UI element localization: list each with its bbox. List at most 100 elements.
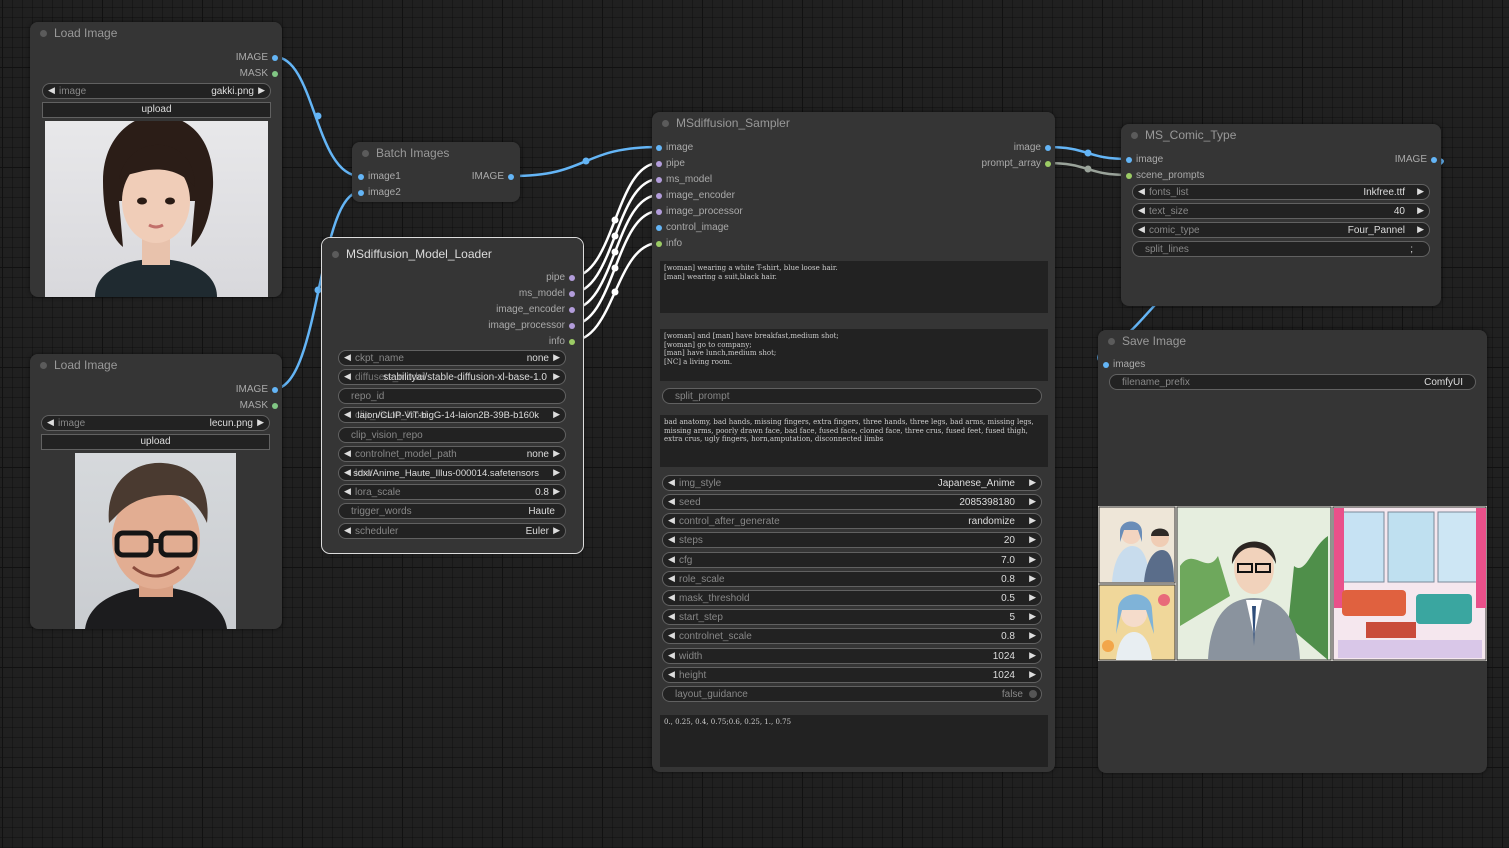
arrow-right-icon[interactable]: ▶ <box>1029 496 1036 507</box>
comic-output-image[interactable] <box>1098 506 1487 661</box>
sampler-node[interactable]: MSdiffusion_Sampler image pipe ms_model … <box>652 112 1055 772</box>
height-input[interactable]: ◀ height 1024 ▶ <box>662 667 1042 683</box>
output-dot-icon[interactable] <box>569 307 575 313</box>
ckpt-name-select[interactable]: ◀ ckpt_name none ▶ <box>338 350 566 366</box>
character-prompt-textarea[interactable]: [woman] wearing a white T-shirt, blue lo… <box>660 261 1048 313</box>
output-dot-icon[interactable] <box>1045 145 1051 151</box>
scene-prompts-textarea[interactable]: [woman] and [man] have breakfast,medium … <box>660 329 1048 381</box>
arrow-right-icon[interactable]: ▶ <box>1417 186 1424 197</box>
input-dot-icon[interactable] <box>656 177 662 183</box>
arrow-left-icon[interactable]: ◀ <box>668 554 675 565</box>
collapse-dot-icon[interactable] <box>1108 338 1115 345</box>
output-dot-icon[interactable] <box>272 403 278 409</box>
arrow-right-icon[interactable]: ▶ <box>553 448 560 459</box>
arrow-right-icon[interactable]: ▶ <box>1029 669 1036 680</box>
output-image[interactable]: IMAGE <box>236 52 278 64</box>
output-info[interactable]: info <box>549 336 575 348</box>
output-ms-model[interactable]: ms_model <box>519 288 575 300</box>
text-size-input[interactable]: ◀ text_size 40 ▶ <box>1132 203 1430 219</box>
arrow-left-icon[interactable]: ◀ <box>344 371 351 382</box>
img-style-select[interactable]: ◀ img_style Japanese_Anime ▶ <box>662 475 1042 491</box>
output-dot-icon[interactable] <box>272 387 278 393</box>
lora-select[interactable]: ◀ lora sdxl/Anime_Haute_Illus-000014.safet… <box>338 465 566 481</box>
guidance-list-textarea[interactable]: 0., 0.25, 0.4, 0.75;0.6, 0.25, 1., 0.75 <box>660 715 1048 767</box>
clip-vision-repo-input[interactable]: clip_vision_repo <box>338 427 566 443</box>
output-dot-icon[interactable] <box>1045 161 1051 167</box>
input-dot-icon[interactable] <box>656 241 662 247</box>
output-dot-icon[interactable] <box>569 275 575 281</box>
arrow-left-icon[interactable]: ◀ <box>48 85 55 96</box>
input-image1[interactable]: image1 <box>358 171 401 183</box>
collapse-dot-icon[interactable] <box>40 30 47 37</box>
input-dot-icon[interactable] <box>358 174 364 180</box>
arrow-left-icon[interactable]: ◀ <box>344 352 351 363</box>
arrow-left-icon[interactable]: ◀ <box>344 486 351 497</box>
arrow-left-icon[interactable]: ◀ <box>344 409 351 420</box>
split-lines-input[interactable]: split_lines; <box>1132 241 1430 257</box>
output-image[interactable]: IMAGE <box>236 384 278 396</box>
output-image[interactable]: image <box>1014 142 1051 154</box>
image-select[interactable]: ◀ image lecun.png ▶ <box>41 415 270 431</box>
input-image2[interactable]: image2 <box>358 187 401 199</box>
arrow-left-icon[interactable]: ◀ <box>344 467 351 478</box>
output-dot-icon[interactable] <box>272 71 278 77</box>
controlnet-model-path-select[interactable]: ◀ controlnet_model_path none ▶ <box>338 446 566 462</box>
arrow-left-icon[interactable]: ◀ <box>1138 224 1145 235</box>
output-dot-icon[interactable] <box>569 291 575 297</box>
input-dot-icon[interactable] <box>1103 362 1109 368</box>
layout-guidance-toggle[interactable]: layout_guidance false <box>662 686 1042 702</box>
collapse-dot-icon[interactable] <box>40 362 47 369</box>
arrow-right-icon[interactable]: ▶ <box>1029 650 1036 661</box>
arrow-right-icon[interactable]: ▶ <box>1029 515 1036 526</box>
arrow-left-icon[interactable]: ◀ <box>668 515 675 526</box>
input-images[interactable]: images <box>1103 359 1145 371</box>
arrow-left-icon[interactable]: ◀ <box>668 669 675 680</box>
comic-type-node[interactable]: MS_Comic_Type image scene_prompts IMAGE … <box>1121 124 1441 306</box>
filename-prefix-input[interactable]: filename_prefix ComfyUI <box>1109 374 1476 390</box>
output-dot-icon[interactable] <box>1431 157 1437 163</box>
input-dot-icon[interactable] <box>358 190 364 196</box>
cfg-input[interactable]: ◀ cfg 7.0 ▶ <box>662 552 1042 568</box>
collapse-dot-icon[interactable] <box>362 150 369 157</box>
arrow-right-icon[interactable]: ▶ <box>1029 573 1036 584</box>
output-prompt-array[interactable]: prompt_array <box>982 158 1051 170</box>
arrow-left-icon[interactable]: ◀ <box>344 448 351 459</box>
negative-prompt-textarea[interactable]: bad anatomy, bad hands, missing fingers,… <box>660 415 1048 467</box>
output-dot-icon[interactable] <box>569 339 575 345</box>
collapse-dot-icon[interactable] <box>332 251 339 258</box>
output-dot-icon[interactable] <box>272 55 278 61</box>
arrow-left-icon[interactable]: ◀ <box>668 630 675 641</box>
clip-vision-local-select[interactable]: ◀ clip_vision_local laion/CLIP-ViT-bigG-14… <box>338 407 566 423</box>
steps-input[interactable]: ◀ steps 20 ▶ <box>662 532 1042 548</box>
lora-scale-input[interactable]: ◀ lora_scale 0.8 ▶ <box>338 484 566 500</box>
output-mask[interactable]: MASK <box>240 68 278 80</box>
role-scale-input[interactable]: ◀ role_scale 0.8 ▶ <box>662 571 1042 587</box>
scheduler-select[interactable]: ◀ scheduler Euler ▶ <box>338 523 566 539</box>
arrow-right-icon[interactable]: ▶ <box>1417 205 1424 216</box>
output-dot-icon[interactable] <box>569 323 575 329</box>
fonts-list-select[interactable]: ◀ fonts_list Inkfree.ttf ▶ <box>1132 184 1430 200</box>
arrow-right-icon[interactable]: ▶ <box>553 371 560 382</box>
node-title-bar[interactable]: MSdiffusion_Sampler <box>652 112 1055 134</box>
mask-threshold-input[interactable]: ◀ mask_threshold 0.5 ▶ <box>662 590 1042 606</box>
node-title-bar[interactable]: Save Image <box>1098 330 1487 352</box>
input-ms-model[interactable]: ms_model <box>656 174 712 186</box>
arrow-right-icon[interactable]: ▶ <box>1029 611 1036 622</box>
repo-id-input[interactable]: repo_id <box>338 388 566 404</box>
input-image[interactable]: image <box>1126 154 1163 166</box>
input-dot-icon[interactable] <box>656 161 662 167</box>
arrow-left-icon[interactable]: ◀ <box>1138 186 1145 197</box>
width-input[interactable]: ◀ width 1024 ▶ <box>662 648 1042 664</box>
arrow-right-icon[interactable]: ▶ <box>1417 224 1424 235</box>
arrow-right-icon[interactable]: ▶ <box>257 417 264 428</box>
arrow-right-icon[interactable]: ▶ <box>553 352 560 363</box>
input-dot-icon[interactable] <box>656 193 662 199</box>
node-title-bar[interactable]: Batch Images <box>352 142 520 164</box>
save-image-node[interactable]: Save Image images filename_prefix ComfyUI <box>1098 330 1487 773</box>
input-dot-icon[interactable] <box>1126 173 1132 179</box>
arrow-right-icon[interactable]: ▶ <box>553 486 560 497</box>
arrow-right-icon[interactable]: ▶ <box>553 409 560 420</box>
arrow-left-icon[interactable]: ◀ <box>668 650 675 661</box>
load-image-node-1[interactable]: Load Image IMAGE MASK ◀ image gakki.png … <box>30 22 282 297</box>
arrow-right-icon[interactable]: ▶ <box>1029 534 1036 545</box>
